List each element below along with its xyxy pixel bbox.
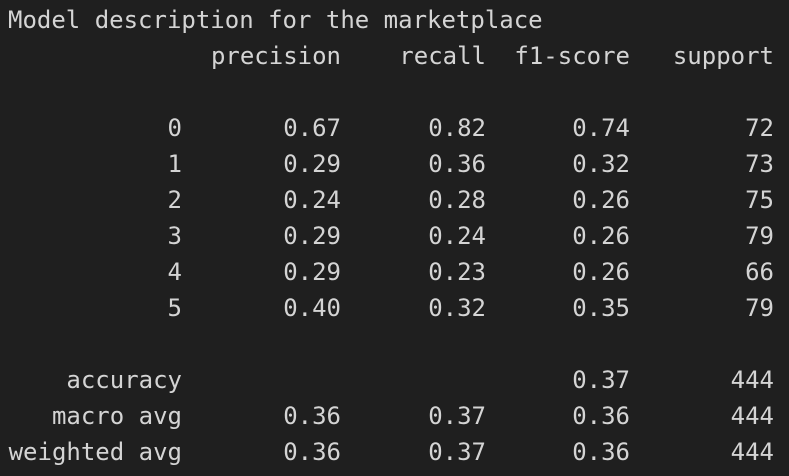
class-row-5-support: 79 bbox=[745, 294, 774, 322]
class-row-1-recall: 0.36 bbox=[428, 150, 486, 178]
class-row-1-label: 1 bbox=[167, 150, 182, 178]
summary-row-1-recall: 0.37 bbox=[428, 402, 486, 430]
class-row-2-label: 2 bbox=[167, 186, 182, 214]
summary-row-1-f1: 0.36 bbox=[572, 402, 630, 430]
summary-row-0-label: accuracy bbox=[66, 366, 182, 394]
class-row-3-label: 3 bbox=[167, 222, 182, 250]
class-row-0-support: 72 bbox=[745, 114, 774, 142]
class-row-2-support: 75 bbox=[745, 186, 774, 214]
summary-row-2-recall: 0.37 bbox=[428, 438, 486, 466]
class-row-4-f1: 0.26 bbox=[572, 258, 630, 286]
summary-row-0-support: 444 bbox=[730, 366, 774, 394]
class-row-4-support: 66 bbox=[745, 258, 774, 286]
class-row-0-label: 0 bbox=[167, 114, 182, 142]
summary-row-1-support: 444 bbox=[730, 402, 774, 430]
summary-row-2-support: 444 bbox=[730, 438, 774, 466]
header-precision: precision bbox=[210, 42, 341, 70]
class-row-1-f1: 0.32 bbox=[572, 150, 630, 178]
class-row-2-precision: 0.24 bbox=[283, 186, 341, 214]
class-row-1-support: 73 bbox=[745, 150, 774, 178]
header-support: support bbox=[672, 42, 774, 70]
report-title: Model description for the marketplace bbox=[8, 6, 543, 34]
class-row-5-label: 5 bbox=[167, 294, 182, 322]
header-f1-score: f1-score bbox=[514, 42, 630, 70]
class-row-3-f1: 0.26 bbox=[572, 222, 630, 250]
class-row-5-precision: 0.40 bbox=[283, 294, 341, 322]
class-row-4-label: 4 bbox=[167, 258, 182, 286]
summary-row-1-precision: 0.36 bbox=[283, 402, 341, 430]
class-row-0-precision: 0.67 bbox=[283, 114, 341, 142]
class-row-5-recall: 0.32 bbox=[428, 294, 486, 322]
class-row-4-precision: 0.29 bbox=[283, 258, 341, 286]
summary-row-2-f1: 0.36 bbox=[572, 438, 630, 466]
class-row-2-recall: 0.28 bbox=[428, 186, 486, 214]
summary-row-2-label: weighted avg bbox=[8, 438, 182, 466]
summary-row-1-label: macro avg bbox=[51, 402, 182, 430]
header-recall: recall bbox=[399, 42, 486, 70]
summary-row-2-precision: 0.36 bbox=[283, 438, 341, 466]
class-row-1-precision: 0.29 bbox=[283, 150, 341, 178]
class-row-0-recall: 0.82 bbox=[428, 114, 486, 142]
class-row-2-f1: 0.26 bbox=[572, 186, 630, 214]
class-row-5-f1: 0.35 bbox=[572, 294, 630, 322]
class-row-3-precision: 0.29 bbox=[283, 222, 341, 250]
class-row-4-recall: 0.23 bbox=[428, 258, 486, 286]
class-row-3-recall: 0.24 bbox=[428, 222, 486, 250]
class-row-3-support: 79 bbox=[745, 222, 774, 250]
summary-row-0-f1: 0.37 bbox=[572, 366, 630, 394]
class-row-0-f1: 0.74 bbox=[572, 114, 630, 142]
